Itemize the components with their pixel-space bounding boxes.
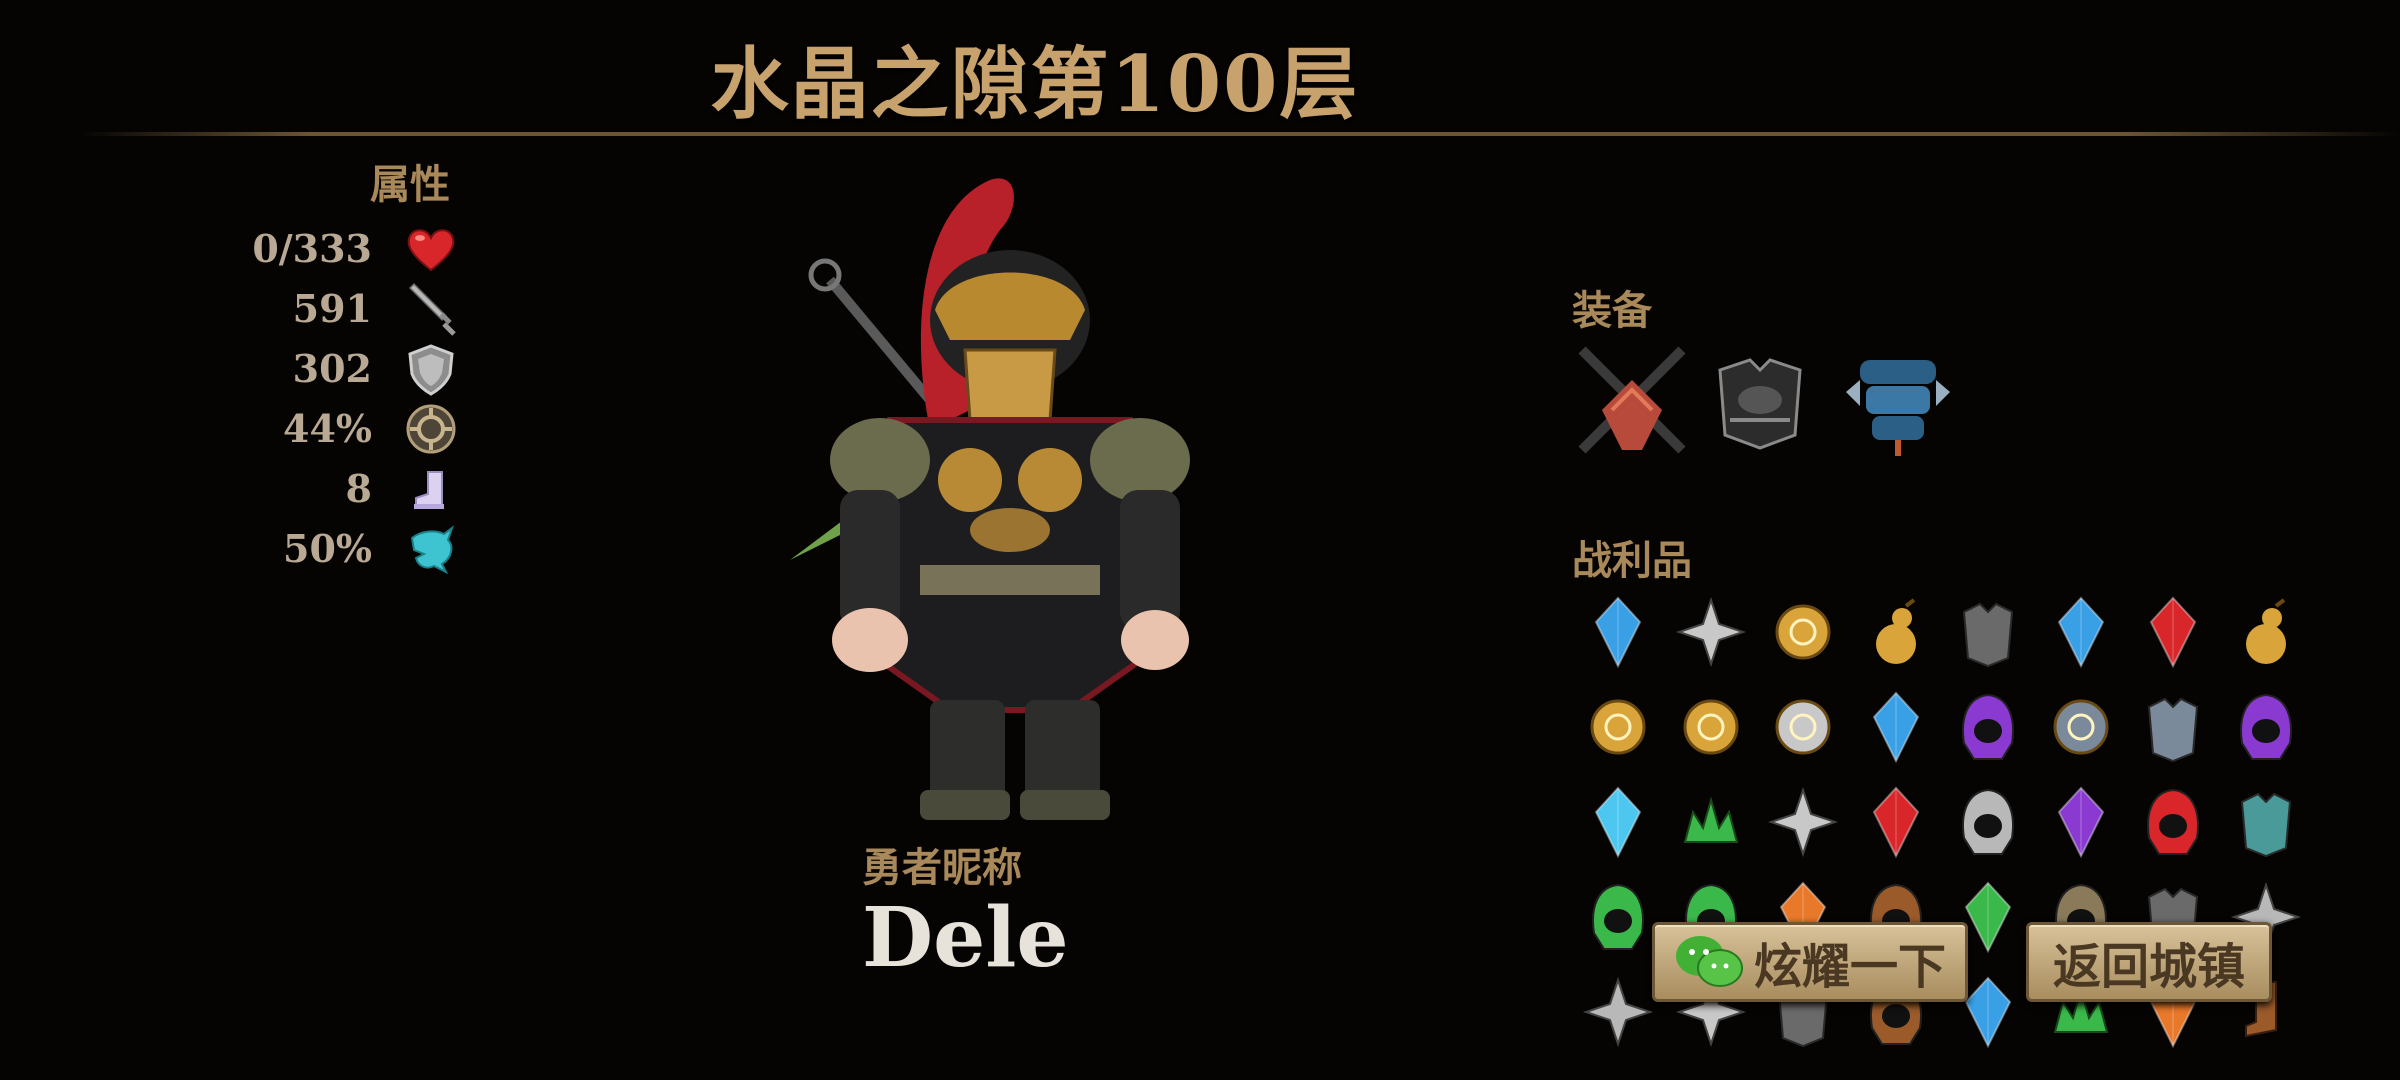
nickname-label: 勇者昵称: [862, 844, 1022, 891]
return-button-label: 返回城镇: [2052, 939, 2245, 995]
green-crown-icon[interactable]: [1671, 782, 1751, 862]
curved-dagger-icon[interactable]: [1671, 592, 1751, 672]
sword-icon: [408, 282, 456, 336]
gauntlet-icon[interactable]: [2133, 687, 2213, 767]
loot-label: 战利品: [1572, 537, 1692, 584]
teal-armor-icon[interactable]: [2226, 782, 2306, 862]
purple-hood-icon[interactable]: [2226, 687, 2306, 767]
red-gem-icon[interactable]: [1856, 782, 1936, 862]
red-hood-icon[interactable]: [2133, 782, 2213, 862]
crossed-swords-icon[interactable]: [1572, 340, 1692, 460]
stat-defense-value: 302: [292, 346, 372, 391]
wechat-icon: [1675, 936, 1743, 987]
page-title: 水晶之隙第100层: [710, 39, 1360, 130]
boot-icon: [414, 471, 444, 509]
silver-helmet-icon[interactable]: [1948, 782, 2028, 862]
stat-dodge: 50%: [180, 520, 460, 576]
iron-armor-icon[interactable]: [1948, 592, 2028, 672]
hero-nickname: Dele: [862, 890, 1069, 986]
shield-icon: [408, 344, 454, 396]
gold-gourd-icon[interactable]: [2226, 592, 2306, 672]
stat-crit: 44%: [180, 400, 460, 456]
crit-rune-icon: [406, 404, 456, 454]
green-helm-icon[interactable]: [1578, 877, 1658, 957]
purple-hood-icon[interactable]: [1948, 687, 2028, 767]
share-button-label: 炫耀一下: [1753, 939, 1946, 995]
blue-spiked-armor-icon[interactable]: [1838, 340, 1958, 460]
blue-gem-icon[interactable]: [1856, 687, 1936, 767]
gold-gourd-icon[interactable]: [1856, 592, 1936, 672]
blue-gem-icon[interactable]: [2041, 592, 2121, 672]
equipment-label: 装备: [1572, 287, 1652, 334]
attributes-label: 属性: [370, 161, 450, 208]
shuriken-icon[interactable]: [1763, 782, 1843, 862]
silver-claw-icon[interactable]: [1578, 972, 1658, 1052]
purple-gem-icon[interactable]: [2041, 782, 2121, 862]
title-divider: [80, 132, 2400, 136]
hero-portrait: [790, 178, 1190, 820]
stat-hp: 0/333: [180, 220, 460, 276]
spiked-ring-icon[interactable]: [2041, 687, 2121, 767]
blue-crystal-icon[interactable]: [1578, 592, 1658, 672]
dodge-spirit-icon: [410, 525, 454, 575]
return-town-button[interactable]: 返回城镇: [2026, 922, 2272, 1002]
gold-coin-icon[interactable]: [1671, 687, 1751, 767]
share-button[interactable]: 炫耀一下: [1652, 922, 1968, 1002]
stat-speed-value: 8: [345, 466, 372, 511]
stat-dodge-value: 50%: [283, 526, 372, 571]
cyan-crystal-icon[interactable]: [1578, 782, 1658, 862]
gold-ring-icon[interactable]: [1578, 687, 1658, 767]
gold-fire-coin-icon[interactable]: [1763, 592, 1843, 672]
stat-crit-value: 44%: [283, 406, 372, 451]
chain-ring-icon[interactable]: [1763, 687, 1843, 767]
red-crystal-icon[interactable]: [2133, 592, 2213, 672]
stat-hp-value: 0/333: [252, 226, 372, 271]
stat-defense: 302: [180, 340, 460, 396]
stat-attack: 591: [180, 280, 460, 336]
stat-attack-value: 591: [292, 286, 372, 331]
heart-icon: [407, 229, 455, 272]
stat-speed: 8: [180, 460, 460, 516]
dark-chest-armor-icon[interactable]: [1700, 340, 1820, 460]
